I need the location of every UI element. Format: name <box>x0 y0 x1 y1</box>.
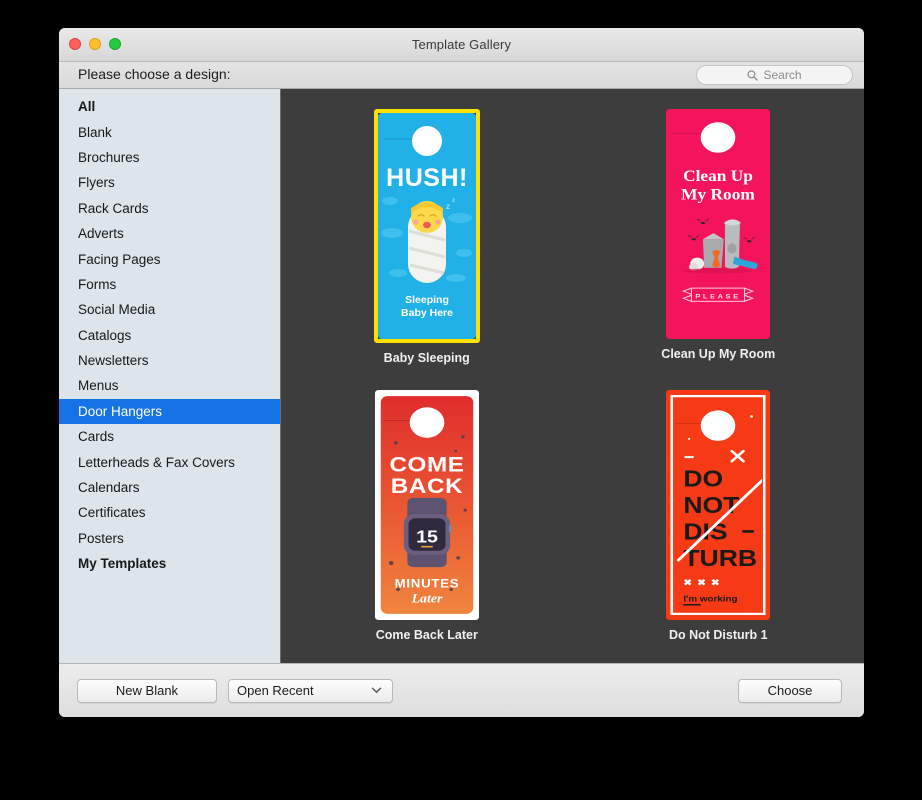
sidebar-item-posters[interactable]: Posters <box>59 526 280 551</box>
svg-text:BACK: BACK <box>391 473 463 497</box>
template-gallery-window: Template Gallery Please choose a design:… <box>59 28 864 717</box>
sidebar-item-door-hangers[interactable]: Door Hangers <box>59 398 280 425</box>
svg-text:NOT: NOT <box>684 493 741 519</box>
open-recent-dropdown[interactable]: Open Recent <box>228 678 393 703</box>
svg-text:Baby Here: Baby Here <box>401 307 453 319</box>
template-grid-area: HUSH! z z Sleeping Baby Here Baby Sleepi… <box>281 89 864 663</box>
sidebar-item-certificates[interactable]: Certificates <box>59 500 280 525</box>
template-caption: Clean Up My Room <box>661 347 776 361</box>
template-cell-clean-up-my-room[interactable]: Clean Up My Room PLEASE Clean Up My Room <box>573 109 865 365</box>
svg-text:✖: ✖ <box>684 578 693 588</box>
svg-text:My Room: My Room <box>681 186 755 204</box>
sidebar-item-social-media[interactable]: Social Media <box>59 297 280 322</box>
template-cell-baby-sleeping[interactable]: HUSH! z z Sleeping Baby Here Baby Sleepi… <box>281 109 573 365</box>
template-caption: Do Not Disturb 1 <box>668 628 768 642</box>
template-cell-come-back-later[interactable]: COME BACK 15 MINUTES Later Come Back Lat… <box>281 390 573 642</box>
sidebar-item-adverts[interactable]: Adverts <box>59 221 280 246</box>
new-blank-button[interactable]: New Blank <box>77 678 217 703</box>
template-thumbnail-do-not-disturb-1[interactable]: DO NOT DIS TURB ✖ ✖ ✖ I'm working <box>666 390 771 620</box>
door-hanger-art-baby-sleeping: HUSH! z z Sleeping Baby Here <box>377 113 476 339</box>
search-icon <box>747 69 759 81</box>
window-body: All Blank Brochures Flyers Rack Cards Ad… <box>59 89 864 663</box>
svg-text:✖: ✖ <box>711 578 720 588</box>
open-recent-value: Open Recent <box>237 683 314 698</box>
sidebar-item-letterheads-fax-covers[interactable]: Letterheads & Fax Covers <box>59 449 280 474</box>
svg-text:DO: DO <box>684 466 724 492</box>
svg-text:z: z <box>446 202 450 211</box>
svg-text:HUSH!: HUSH! <box>386 164 468 192</box>
template-thumbnail-baby-sleeping[interactable]: HUSH! z z Sleeping Baby Here <box>373 109 480 343</box>
sidebar-item-brochures[interactable]: Brochures <box>59 145 280 170</box>
template-cell-do-not-disturb-1[interactable]: DO NOT DIS TURB ✖ ✖ ✖ I'm working Do Not… <box>573 390 865 642</box>
svg-text:TURB: TURB <box>684 545 758 571</box>
sidebar-item-facing-pages[interactable]: Facing Pages <box>59 246 280 271</box>
search-field[interactable]: Search <box>696 65 853 85</box>
sidebar-item-flyers[interactable]: Flyers <box>59 170 280 195</box>
svg-text:z: z <box>452 198 455 204</box>
svg-text:PLEASE: PLEASE <box>696 294 741 301</box>
sidebar-item-forms[interactable]: Forms <box>59 272 280 297</box>
sidebar-item-newsletters[interactable]: Newsletters <box>59 348 280 373</box>
svg-text:MINUTES: MINUTES <box>394 577 459 590</box>
sidebar-item-all[interactable]: All <box>59 94 280 119</box>
choose-design-label: Please choose a design: <box>78 66 231 82</box>
sidebar-item-catalogs[interactable]: Catalogs <box>59 323 280 348</box>
title-bar: Template Gallery <box>59 28 864 62</box>
window-title: Template Gallery <box>411 37 512 52</box>
sidebar-item-my-templates[interactable]: My Templates <box>59 551 280 576</box>
template-caption: Come Back Later <box>375 628 478 642</box>
template-thumbnail-clean-up-my-room[interactable]: Clean Up My Room PLEASE <box>666 109 771 339</box>
sidebar-item-calendars[interactable]: Calendars <box>59 475 280 500</box>
door-hanger-art-do-not-disturb-1: DO NOT DIS TURB ✖ ✖ ✖ I'm working <box>666 390 771 620</box>
sidebar-item-menus[interactable]: Menus <box>59 373 280 398</box>
door-hanger-art-clean-up-my-room: Clean Up My Room PLEASE <box>666 109 771 339</box>
svg-text:I'm working: I'm working <box>684 594 739 603</box>
template-grid: HUSH! z z Sleeping Baby Here Baby Sleepi… <box>281 109 864 642</box>
svg-text:Later: Later <box>410 591 443 605</box>
template-caption: Baby Sleeping <box>383 351 470 365</box>
sidebar-item-blank[interactable]: Blank <box>59 119 280 144</box>
chevron-down-icon <box>371 686 382 694</box>
sidebar-item-cards[interactable]: Cards <box>59 424 280 449</box>
svg-text:DIS: DIS <box>684 519 728 545</box>
svg-text:Sleeping: Sleeping <box>405 294 449 306</box>
choose-button[interactable]: Choose <box>738 678 842 703</box>
svg-text:15: 15 <box>416 527 438 547</box>
category-sidebar[interactable]: All Blank Brochures Flyers Rack Cards Ad… <box>59 89 281 663</box>
bottom-toolbar: New Blank Open Recent Choose <box>59 663 864 717</box>
template-thumbnail-come-back-later[interactable]: COME BACK 15 MINUTES Later <box>374 390 479 620</box>
door-hanger-art-come-back-later: COME BACK 15 MINUTES Later <box>374 390 479 620</box>
sidebar-item-rack-cards[interactable]: Rack Cards <box>59 196 280 221</box>
svg-text:✖: ✖ <box>697 578 706 588</box>
search-placeholder: Search <box>763 68 802 82</box>
toolbar: Please choose a design: Search <box>59 62 864 89</box>
svg-text:Clean Up: Clean Up <box>683 167 753 185</box>
